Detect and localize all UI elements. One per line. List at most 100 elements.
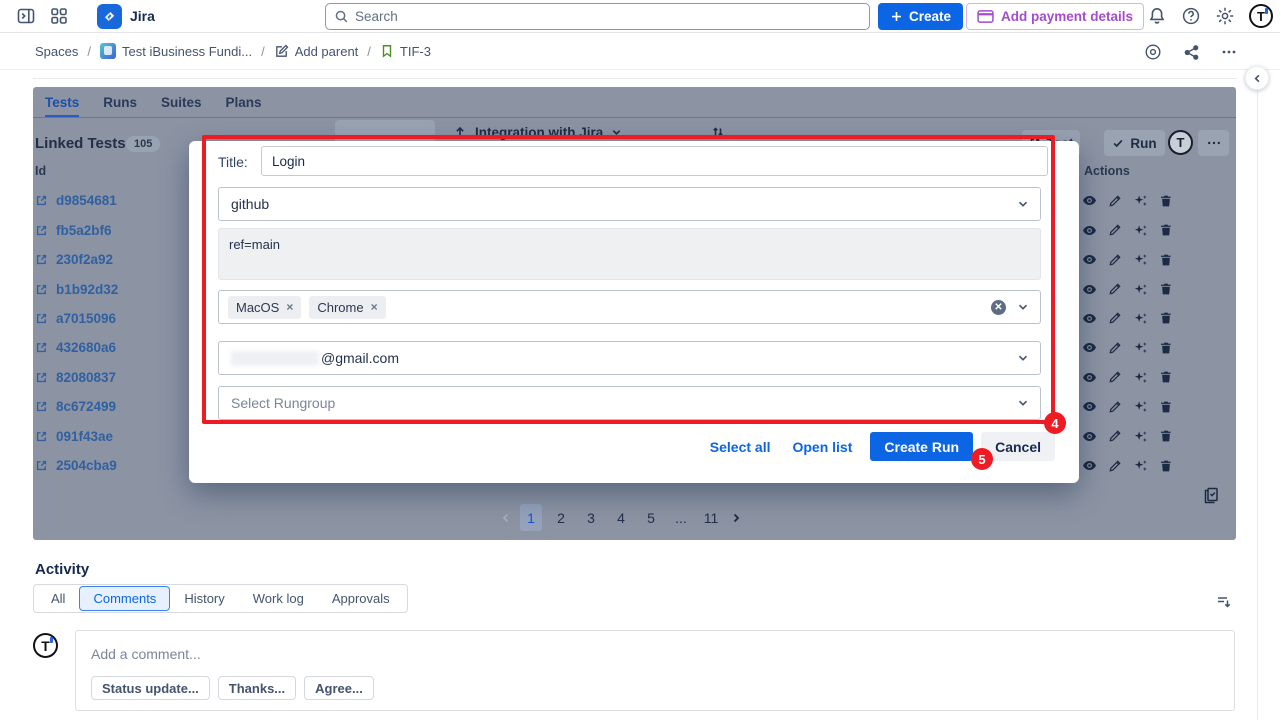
view-eye-icon[interactable]	[1082, 340, 1097, 355]
test-id-link[interactable]: a7015096	[35, 304, 118, 333]
view-eye-icon[interactable]	[1082, 429, 1097, 444]
testomatio-tab[interactable]: Runs	[103, 87, 137, 117]
testomatio-avatar[interactable]: T	[1168, 130, 1193, 155]
add-payment-details-button[interactable]: Add payment details	[966, 3, 1144, 30]
ai-generate-sparkle-icon[interactable]	[1133, 282, 1148, 297]
delete-trash-icon[interactable]	[1159, 341, 1173, 355]
quick-reply-button[interactable]: Agree...	[304, 676, 374, 700]
test-id-link[interactable]: 82080837	[35, 363, 118, 392]
settings-gear-icon[interactable]	[1215, 6, 1235, 26]
user-avatar[interactable]: T	[1249, 4, 1273, 28]
edit-pencil-icon[interactable]	[1108, 223, 1122, 237]
clear-all-icon[interactable]: ✕	[991, 300, 1006, 315]
breadcrumb-space[interactable]: Test iBusiness Fundi...	[100, 43, 252, 59]
delete-trash-icon[interactable]	[1159, 311, 1173, 325]
delete-trash-icon[interactable]	[1159, 400, 1173, 414]
delete-trash-icon[interactable]	[1159, 223, 1173, 237]
test-id-link[interactable]: 8c672499	[35, 392, 118, 421]
app-switcher-icon[interactable]	[49, 6, 69, 26]
comment-editor[interactable]: Add a comment... Status update...Thanks.…	[75, 630, 1235, 711]
create-button[interactable]: Create	[878, 3, 963, 30]
delete-trash-icon[interactable]	[1159, 282, 1173, 296]
delete-trash-icon[interactable]	[1159, 459, 1173, 473]
testomatio-tab[interactable]: Suites	[161, 87, 202, 117]
quick-reply-button[interactable]: Thanks...	[218, 676, 296, 700]
run-button[interactable]: Run	[1104, 130, 1165, 156]
repo-select[interactable]: github	[218, 187, 1041, 221]
test-id-link[interactable]: 230f2a92	[35, 245, 118, 274]
ai-generate-sparkle-icon[interactable]	[1133, 252, 1148, 267]
panel-more-button[interactable]	[1198, 130, 1229, 156]
create-run-button[interactable]: Create Run	[870, 432, 973, 461]
remove-tag-icon[interactable]: ×	[371, 300, 378, 314]
notifications-bell-icon[interactable]	[1147, 6, 1167, 26]
edit-pencil-icon[interactable]	[1108, 370, 1122, 384]
test-id-link[interactable]: b1b92d32	[35, 274, 118, 303]
edit-pencil-icon[interactable]	[1108, 400, 1122, 414]
global-search[interactable]	[325, 3, 870, 30]
collapse-panel-button[interactable]	[1245, 66, 1269, 90]
remove-tag-icon[interactable]: ×	[286, 300, 293, 314]
view-eye-icon[interactable]	[1082, 399, 1097, 414]
env-variables-textarea[interactable]: ref=main	[218, 228, 1041, 280]
rungroup-select[interactable]: Select Rungroup	[218, 386, 1041, 420]
sort-order-icon[interactable]	[1215, 593, 1233, 611]
view-eye-icon[interactable]	[1082, 458, 1097, 473]
page-number[interactable]: 4	[610, 504, 632, 531]
jira-logo-icon[interactable]	[97, 4, 122, 29]
page-number[interactable]: 2	[550, 504, 572, 531]
activity-tab[interactable]: Comments	[79, 586, 170, 611]
tags-multiselect[interactable]: MacOS× Chrome× ✕	[218, 290, 1041, 324]
help-icon[interactable]	[1181, 6, 1201, 26]
edit-pencil-icon[interactable]	[1108, 429, 1122, 443]
ai-generate-sparkle-icon[interactable]	[1133, 399, 1148, 414]
edit-pencil-icon[interactable]	[1108, 253, 1122, 267]
activity-tab[interactable]: Work log	[239, 586, 318, 611]
search-input[interactable]	[355, 9, 861, 24]
test-id-link[interactable]: fb5a2bf6	[35, 215, 118, 244]
breadcrumb-add-parent[interactable]: Add parent	[274, 44, 359, 59]
view-eye-icon[interactable]	[1082, 311, 1097, 326]
page-number[interactable]: 1	[520, 504, 542, 531]
delete-trash-icon[interactable]	[1159, 253, 1173, 267]
ai-generate-sparkle-icon[interactable]	[1133, 340, 1148, 355]
page-number[interactable]: ...	[670, 504, 692, 531]
run-title-input[interactable]	[261, 146, 1048, 176]
delete-trash-icon[interactable]	[1159, 429, 1173, 443]
view-eye-icon[interactable]	[1082, 252, 1097, 267]
page-number[interactable]: 3	[580, 504, 602, 531]
edit-pencil-icon[interactable]	[1108, 282, 1122, 296]
activity-tab[interactable]: All	[37, 586, 79, 611]
testomatio-tab[interactable]: Tests	[45, 87, 79, 117]
breadcrumb-spaces[interactable]: Spaces	[35, 44, 78, 59]
test-id-link[interactable]: d9854681	[35, 186, 118, 215]
ai-generate-sparkle-icon[interactable]	[1133, 429, 1148, 444]
edit-pencil-icon[interactable]	[1108, 194, 1122, 208]
ai-generate-sparkle-icon[interactable]	[1133, 311, 1148, 326]
open-list-link[interactable]: Open list	[792, 439, 852, 455]
view-eye-icon[interactable]	[1082, 282, 1097, 297]
view-eye-icon[interactable]	[1082, 370, 1097, 385]
sync-icon[interactable]	[711, 125, 725, 139]
select-all-link[interactable]: Select all	[710, 439, 771, 455]
test-id-link[interactable]: 2504cba9	[35, 451, 118, 480]
activity-tab[interactable]: History	[170, 586, 238, 611]
ai-generate-sparkle-icon[interactable]	[1133, 370, 1148, 385]
delete-trash-icon[interactable]	[1159, 194, 1173, 208]
activity-tab[interactable]: Approvals	[318, 586, 404, 611]
view-eye-icon[interactable]	[1082, 193, 1097, 208]
page-number[interactable]: 11	[700, 504, 722, 531]
quick-reply-button[interactable]: Status update...	[91, 676, 210, 700]
assignee-select[interactable]: @gmail.com	[218, 341, 1041, 375]
previous-page-icon[interactable]	[500, 512, 512, 524]
page-number[interactable]: 5	[640, 504, 662, 531]
ai-generate-sparkle-icon[interactable]	[1133, 193, 1148, 208]
watch-eye-icon[interactable]	[1140, 39, 1166, 65]
next-page-icon[interactable]	[730, 512, 742, 524]
more-options-icon[interactable]	[1216, 39, 1242, 65]
report-clipboard-icon[interactable]	[1202, 487, 1220, 505]
ai-generate-sparkle-icon[interactable]	[1133, 458, 1148, 473]
view-eye-icon[interactable]	[1082, 223, 1097, 238]
edit-pencil-icon[interactable]	[1108, 341, 1122, 355]
test-id-link[interactable]: 432680a6	[35, 333, 118, 362]
